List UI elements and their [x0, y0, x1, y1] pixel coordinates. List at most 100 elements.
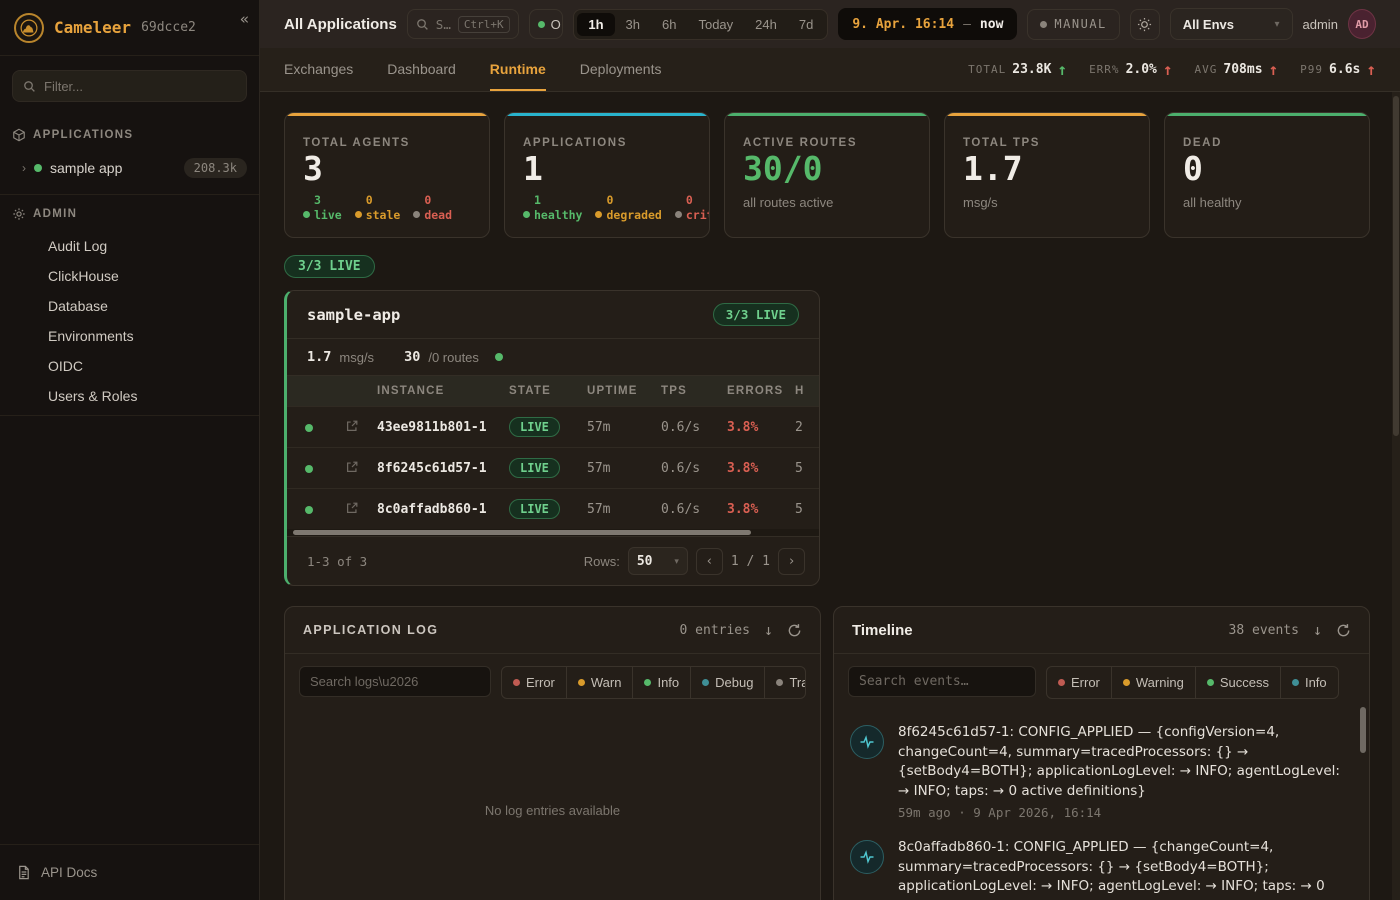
applications-section-header: APPLICATIONS: [0, 116, 259, 150]
card-value: 1.7: [963, 151, 1131, 187]
api-docs-link[interactable]: API Docs: [0, 844, 259, 900]
refresh-icon[interactable]: [1336, 623, 1351, 638]
filter-input[interactable]: [44, 79, 236, 94]
range-7d[interactable]: 7d: [788, 13, 824, 36]
scrollbar-thumb[interactable]: [1393, 96, 1399, 436]
sidebar-item-audit-log[interactable]: Audit Log: [48, 231, 259, 261]
errors-cell: 3.8%: [723, 448, 791, 489]
expand-chevron-icon[interactable]: ›: [22, 161, 26, 175]
filter-trace[interactable]: Trace: [764, 667, 806, 698]
range-6h[interactable]: 6h: [651, 13, 687, 36]
scrollbar-thumb[interactable]: [293, 530, 751, 535]
app-panel-title[interactable]: sample-app: [307, 306, 400, 324]
range-24h[interactable]: 24h: [744, 13, 788, 36]
sidebar-collapse-icon[interactable]: «: [240, 10, 249, 28]
stat-avg: AVG 708ms ↑: [1195, 60, 1279, 79]
filter-error[interactable]: Error: [502, 667, 566, 698]
download-icon[interactable]: ↓: [1313, 621, 1322, 639]
col-state: STATE: [505, 376, 583, 407]
meta-routes-unit: /0 routes: [428, 350, 479, 365]
range-3h[interactable]: 3h: [615, 13, 651, 36]
card-total-tps: TOTAL TPS 1.7 msg/s: [944, 112, 1150, 238]
activity-pulse-icon: [850, 840, 884, 874]
tabs-bar: Exchanges Dashboard Runtime Deployments …: [260, 48, 1400, 92]
filter-success[interactable]: Success: [1195, 667, 1280, 698]
timeline-scrollbar-thumb[interactable]: [1360, 707, 1366, 753]
filter-warning[interactable]: Warning: [1111, 667, 1195, 698]
range-today[interactable]: Today: [687, 13, 744, 36]
table-row[interactable]: 43ee9811b801-1 LIVE 57m 0.6/s 3.8% 2: [287, 407, 820, 448]
tab-deployments[interactable]: Deployments: [580, 48, 662, 91]
uptime-cell: 57m: [583, 407, 657, 448]
sidebar-item-clickhouse[interactable]: ClickHouse: [48, 261, 259, 291]
range-1h[interactable]: 1h: [577, 13, 614, 36]
chevron-down-icon: ▾: [1274, 19, 1279, 30]
date-range-display[interactable]: 9. Apr. 16:14 – now: [838, 8, 1017, 40]
timeline-events: 8f6245c61d57-1: CONFIG_APPLIED — {config…: [834, 711, 1369, 900]
external-link-icon[interactable]: [331, 489, 373, 530]
tab-runtime[interactable]: Runtime: [490, 48, 546, 91]
log-empty-state: No log entries available: [285, 711, 820, 818]
row-range-label: 1-3 of 3: [307, 554, 367, 569]
rows-label: Rows:: [584, 554, 620, 569]
filter-info[interactable]: Info: [1280, 667, 1338, 698]
filter-box[interactable]: [12, 70, 247, 102]
timeline-event[interactable]: 8f6245c61d57-1: CONFIG_APPLIED — {config…: [850, 723, 1345, 820]
sidebar-item-oidc[interactable]: OIDC: [48, 351, 259, 381]
tab-exchanges[interactable]: Exchanges: [284, 48, 353, 91]
online-status-button[interactable]: O: [529, 9, 564, 39]
external-link-icon[interactable]: [331, 448, 373, 489]
stat-value: 708ms: [1223, 62, 1262, 77]
page-indicator: 1 / 1: [731, 554, 770, 569]
card-subtext: msg/s: [963, 195, 1131, 210]
horizontal-scrollbar[interactable]: [287, 529, 819, 536]
download-icon[interactable]: ↓: [764, 621, 773, 639]
card-dead: DEAD 0 all healthy: [1164, 112, 1370, 238]
filter-info[interactable]: Info: [632, 667, 690, 698]
sidebar-item-users-roles[interactable]: Users & Roles: [48, 381, 259, 411]
refresh-icon[interactable]: [787, 623, 802, 638]
env-select[interactable]: All Envs ▾: [1170, 8, 1293, 40]
time-range-group: 1h 3h 6h Today 24h 7d: [573, 9, 828, 40]
theme-toggle-button[interactable]: [1130, 9, 1160, 40]
sidebar-item-database[interactable]: Database: [48, 291, 259, 321]
timeline-search-input[interactable]: [848, 666, 1036, 697]
filter-debug[interactable]: Debug: [690, 667, 764, 698]
log-toolbar: Error Warn Info Debug Trace: [285, 654, 820, 711]
sun-icon: [1137, 17, 1152, 32]
date-to: now: [980, 17, 1003, 32]
card-active-routes: ACTIVE ROUTES 30/0 all routes active: [724, 112, 930, 238]
rows-per-page-select[interactable]: 50 ▾: [628, 547, 688, 575]
filter-warn[interactable]: Warn: [566, 667, 633, 698]
trend-up-icon: ↑: [1163, 60, 1173, 79]
tps-cell: 0.6/s: [657, 489, 723, 530]
card-label: TOTAL AGENTS: [303, 137, 471, 149]
tps-cell: 0.6/s: [657, 407, 723, 448]
sidebar-header: Cameleer 69dcce2 «: [0, 0, 259, 56]
meta-tps: 1.7: [307, 349, 331, 365]
table-row[interactable]: 8c0affadb860-1 LIVE 57m 0.6/s 3.8% 5: [287, 489, 820, 530]
sidebar-item-sample-app[interactable]: › sample app 208.3k: [0, 150, 259, 190]
stat-cards-row: TOTAL AGENTS 3 3live 0stale 0dead APPLIC…: [284, 112, 1370, 238]
filter-error[interactable]: Error: [1047, 667, 1111, 698]
avatar[interactable]: AD: [1348, 9, 1376, 39]
external-link-icon[interactable]: [331, 407, 373, 448]
main-scrollbar[interactable]: [1392, 92, 1400, 900]
status-dot: [305, 465, 313, 473]
online-label: O: [551, 17, 561, 32]
timeline-toolbar: Error Warning Success Info: [834, 654, 1369, 711]
prev-page-button[interactable]: ‹: [696, 548, 723, 575]
app-name: sample app: [50, 160, 122, 176]
instance-id: 43ee9811b801-1: [373, 407, 505, 448]
sidebar-item-environments[interactable]: Environments: [48, 321, 259, 351]
table-row[interactable]: 8f6245c61d57-1 LIVE 57m 0.6/s 3.8% 5: [287, 448, 820, 489]
cube-icon: [12, 128, 26, 142]
state-badge: LIVE: [509, 417, 560, 437]
stat-label: P99: [1300, 63, 1323, 76]
log-search-input[interactable]: [299, 666, 491, 697]
manual-refresh-button[interactable]: MANUAL: [1027, 9, 1119, 40]
tab-dashboard[interactable]: Dashboard: [387, 48, 456, 91]
next-page-button[interactable]: ›: [778, 548, 805, 575]
timeline-event[interactable]: 8c0affadb860-1: CONFIG_APPLIED — {change…: [850, 838, 1345, 900]
global-search[interactable]: S… Ctrl+K: [407, 9, 519, 39]
